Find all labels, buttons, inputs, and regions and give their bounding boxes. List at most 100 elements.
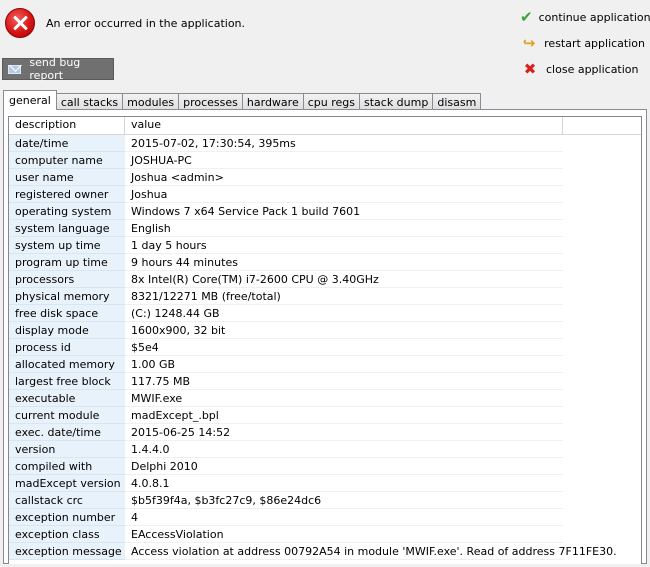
restart-application-button[interactable]: ↪ restart application — [516, 32, 646, 54]
send-bug-report-label: send bug report — [29, 56, 81, 82]
table-row[interactable]: madExcept version 4.0.8.1 — [9, 475, 641, 492]
row-value: EAccessViolation — [125, 526, 563, 543]
table-row[interactable]: program up time 9 hours 44 minutes — [9, 254, 641, 271]
table-row[interactable]: date/time 2015-07-02, 17:30:54, 395ms — [9, 135, 641, 152]
error-message: An error occurred in the application. — [46, 17, 246, 30]
column-header-value[interactable]: value — [125, 117, 563, 134]
tab-bar: general call stacks modules processes ha… — [3, 90, 482, 110]
continue-application-label: continue application — [538, 10, 650, 24]
table-row[interactable]: process id $5e4 — [9, 339, 641, 356]
table-row[interactable]: executable MWIF.exe — [9, 390, 641, 407]
row-value: Delphi 2010 — [125, 458, 563, 475]
row-value: Access violation at address 00792A54 in … — [125, 543, 617, 560]
row-description: madExcept version — [9, 475, 125, 492]
row-value: 8x Intel(R) Core(TM) i7-2600 CPU @ 3.40G… — [125, 271, 563, 288]
tab-cpu-regs[interactable]: cpu regs — [302, 93, 360, 110]
tab-label: disasm — [437, 95, 477, 109]
table-row[interactable]: exception class EAccessViolation — [9, 526, 641, 543]
restart-application-label: restart application — [544, 36, 645, 50]
tab-modules[interactable]: modules — [122, 93, 180, 110]
row-value: Joshua — [125, 186, 563, 203]
tab-general[interactable]: general — [3, 90, 57, 110]
row-description: computer name — [9, 152, 125, 169]
tab-hardware[interactable]: hardware — [241, 93, 304, 110]
table-row[interactable]: compiled with Delphi 2010 — [9, 458, 641, 475]
table-row[interactable]: exception number 4 — [9, 509, 641, 526]
row-value: 2015-07-02, 17:30:54, 395ms — [125, 135, 563, 152]
table-row[interactable]: physical memory 8321/12271 MB (free/total… — [9, 288, 641, 305]
row-value: madExcept_.bpl — [125, 407, 563, 424]
row-description: display mode — [9, 322, 125, 339]
table-row[interactable]: exception message Access violation at add… — [9, 543, 641, 560]
row-description: version — [9, 441, 125, 458]
table-row[interactable]: display mode 1600x900, 32 bit — [9, 322, 641, 339]
tab-disasm[interactable]: disasm — [432, 93, 482, 110]
row-description: compiled with — [9, 458, 125, 475]
row-description: physical memory — [9, 288, 125, 305]
row-description: system up time — [9, 237, 125, 254]
tab-processes[interactable]: processes — [178, 93, 243, 110]
row-value: 8321/12271 MB (free/total) — [125, 288, 563, 305]
row-value: 4 — [125, 509, 563, 526]
row-value: 1.00 GB — [125, 356, 563, 373]
continue-application-button[interactable]: ✔ continue application — [516, 6, 650, 28]
table-row[interactable]: operating system Windows 7 x64 Service Pa… — [9, 203, 641, 220]
row-description: allocated memory — [9, 356, 125, 373]
table-row[interactable]: current module madExcept_.bpl — [9, 407, 641, 424]
close-application-button[interactable]: ✖ close application — [516, 58, 646, 80]
tab-stack-dump[interactable]: stack dump — [358, 93, 434, 110]
row-description: current module — [9, 407, 125, 424]
row-description: operating system — [9, 203, 125, 220]
table-row[interactable]: free disk space (C:) 1248.44 GB — [9, 305, 641, 322]
table-row[interactable]: user name Joshua <admin> — [9, 169, 641, 186]
table-row[interactable]: largest free block 117.75 MB — [9, 373, 641, 390]
row-value: $b5f39f4a, $b3fc27c9, $86e24dc6 — [125, 492, 563, 509]
row-value: 1 day 5 hours — [125, 237, 563, 254]
row-description: exception message — [9, 543, 125, 560]
table-header: description value — [9, 117, 641, 135]
table-row[interactable]: processors 8x Intel(R) Core(TM) i7-2600 C… — [9, 271, 641, 288]
row-description: processors — [9, 271, 125, 288]
row-description: callstack crc — [9, 492, 125, 509]
row-description: exception class — [9, 526, 125, 543]
row-value: 117.75 MB — [125, 373, 563, 390]
tab-label: modules — [127, 95, 175, 109]
details-table[interactable]: description value date/time 2015-07-02, 1… — [8, 116, 642, 564]
row-description: free disk space — [9, 305, 125, 322]
row-description: largest free block — [9, 373, 125, 390]
table-row[interactable]: exec. date/time 2015-06-25 14:52 — [9, 424, 641, 441]
table-row[interactable]: system up time 1 day 5 hours — [9, 237, 641, 254]
row-value: MWIF.exe — [125, 390, 563, 407]
table-row[interactable]: version 1.4.4.0 — [9, 441, 641, 458]
row-value: JOSHUA-PC — [125, 152, 563, 169]
row-value: English — [125, 220, 563, 237]
row-description: executable — [9, 390, 125, 407]
row-description: process id — [9, 339, 125, 356]
row-description: registered owner — [9, 186, 125, 203]
row-description: exception number — [9, 509, 125, 526]
table-body: date/time 2015-07-02, 17:30:54, 395ms comp… — [9, 135, 641, 560]
tab-call-stacks[interactable]: call stacks — [55, 93, 124, 110]
tab-label: cpu regs — [307, 95, 355, 109]
row-value: $5e4 — [125, 339, 563, 356]
close-application-label: close application — [546, 62, 639, 76]
column-header-description[interactable]: description — [9, 117, 125, 134]
tab-label: call stacks — [60, 95, 119, 109]
row-description: user name — [9, 169, 125, 186]
row-value: Windows 7 x64 Service Pack 1 build 7601 — [125, 203, 563, 220]
send-bug-report-button[interactable]: send bug report — [2, 56, 114, 82]
row-value: (C:) 1248.44 GB — [125, 305, 563, 322]
tab-label: processes — [183, 95, 238, 109]
table-row[interactable]: registered owner Joshua — [9, 186, 641, 203]
table-row[interactable]: callstack crc $b5f39f4a, $b3fc27c9, $86e2… — [9, 492, 641, 509]
table-row[interactable]: computer name JOSHUA-PC — [9, 152, 641, 169]
row-value: 4.0.8.1 — [125, 475, 563, 492]
table-row[interactable]: allocated memory 1.00 GB — [9, 356, 641, 373]
row-value: Joshua <admin> — [125, 169, 563, 186]
checkmark-icon: ✔ — [520, 8, 533, 26]
row-value: 1.4.4.0 — [125, 441, 563, 458]
row-description: date/time — [9, 135, 125, 152]
table-row[interactable]: system language English — [9, 220, 641, 237]
row-value: 2015-06-25 14:52 — [125, 424, 563, 441]
tab-label: general — [9, 94, 51, 107]
